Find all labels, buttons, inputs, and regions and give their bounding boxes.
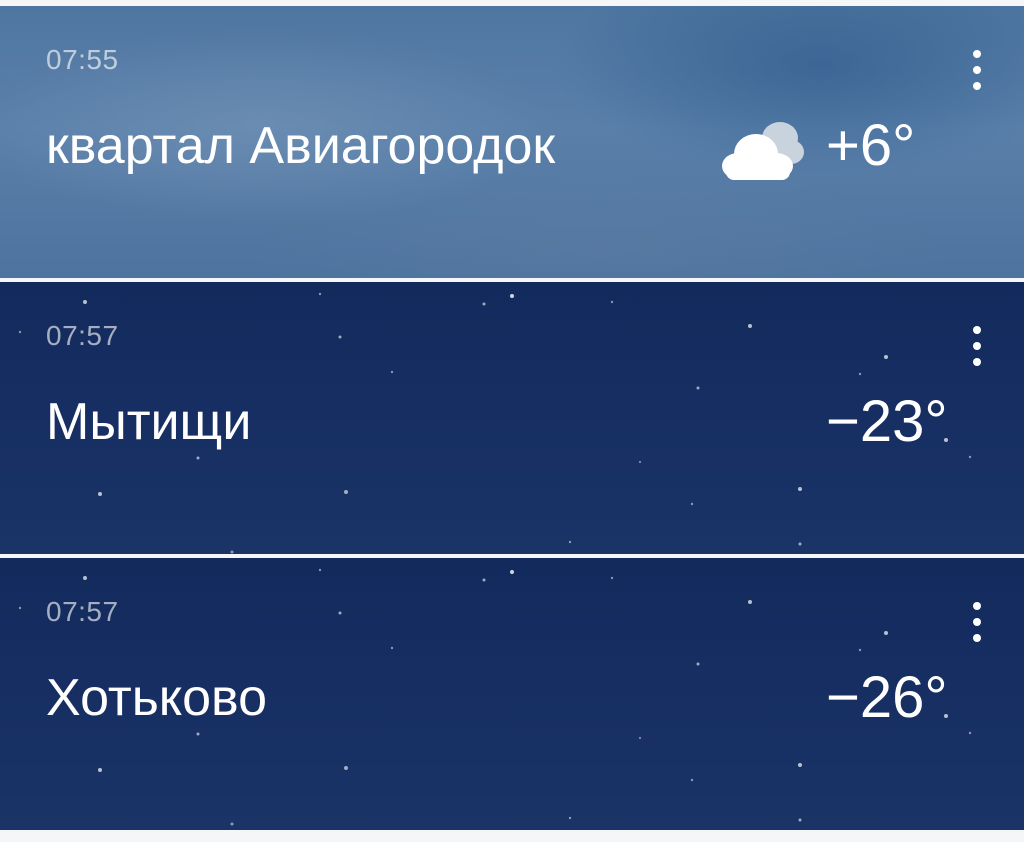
city-name: квартал Авиагородок: [46, 117, 556, 175]
cloud-icon: [716, 114, 808, 186]
local-time: 07:57: [46, 320, 119, 351]
city-card-aviagorodok[interactable]: 07:55 квартал Авиагородок +6°: [0, 6, 1024, 278]
moon-icon: [716, 390, 808, 462]
city-card-khotkovo[interactable]: 07:57 Хотьково −26°: [0, 558, 1024, 830]
more-vertical-icon[interactable]: [958, 44, 996, 96]
city-weather-list: 07:55 квартал Авиагородок +6° 07:57 Мыти…: [0, 0, 1024, 842]
list-bottom-edge: [0, 830, 1024, 842]
temperature: +6°: [826, 113, 916, 178]
city-name: Мытищи: [46, 393, 252, 451]
local-time: 07:55: [46, 44, 119, 75]
temperature: −23°: [826, 389, 948, 454]
temperature: −26°: [826, 665, 948, 730]
local-time: 07:57: [46, 596, 119, 627]
city-card-mytishchi[interactable]: 07:57 Мытищи −23°: [0, 282, 1024, 554]
moon-icon: [716, 666, 808, 738]
more-vertical-icon[interactable]: [958, 596, 996, 648]
more-vertical-icon[interactable]: [958, 320, 996, 372]
city-name: Хотьково: [46, 669, 267, 727]
